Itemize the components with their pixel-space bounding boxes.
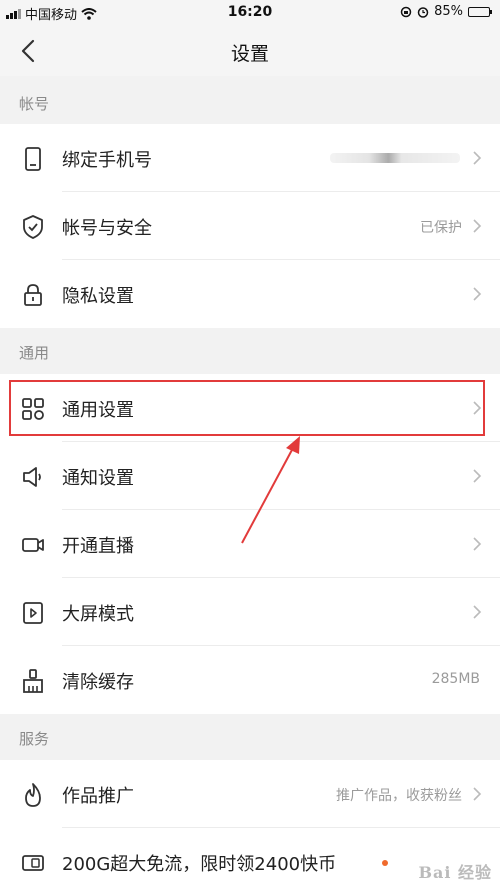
broom-icon bbox=[23, 669, 43, 693]
row-label: 200G超大免流，限时领2400快币 bbox=[62, 854, 337, 875]
row-label: 帐号与安全 bbox=[62, 218, 152, 239]
video-icon bbox=[22, 538, 44, 552]
play-box-icon bbox=[23, 602, 43, 624]
row-label: 大屏模式 bbox=[62, 604, 134, 625]
chevron-right-icon bbox=[473, 605, 482, 619]
row-label: 隐私设置 bbox=[62, 286, 134, 307]
alarm-icon bbox=[417, 6, 429, 18]
chevron-right-icon bbox=[473, 537, 482, 551]
row-notifications[interactable]: 通知设置 bbox=[0, 442, 500, 510]
chevron-right-icon bbox=[473, 469, 482, 483]
row-value: 已保护 bbox=[420, 220, 462, 236]
chevron-right-icon bbox=[473, 151, 482, 165]
section-label-account: 帐号 bbox=[19, 95, 50, 113]
chevron-right-icon bbox=[473, 219, 482, 233]
row-value: 285MB bbox=[431, 671, 480, 687]
phone-icon bbox=[25, 147, 41, 171]
row-value: 推广作品，收获粉丝 bbox=[336, 788, 462, 804]
nav-bar: 设置 bbox=[0, 26, 500, 76]
row-label: 清除缓存 bbox=[62, 672, 134, 693]
row-big-screen[interactable]: 大屏模式 bbox=[0, 578, 500, 646]
row-live[interactable]: 开通直播 bbox=[0, 510, 500, 578]
lock-icon bbox=[24, 284, 42, 306]
row-label: 绑定手机号 bbox=[62, 150, 152, 171]
flame-icon bbox=[25, 783, 41, 807]
chevron-right-icon bbox=[473, 787, 482, 801]
watermark: Bai 经验 bbox=[418, 863, 492, 882]
status-bar: 中国移动 16:20 85% bbox=[0, 0, 500, 26]
sim-card-icon bbox=[22, 855, 44, 871]
highlight-box bbox=[9, 380, 485, 436]
shield-icon bbox=[23, 215, 43, 239]
section-label-services: 服务 bbox=[19, 730, 50, 748]
notification-dot bbox=[382, 860, 388, 866]
chevron-right-icon bbox=[473, 287, 482, 301]
row-label: 通知设置 bbox=[62, 468, 134, 489]
page-title: 设置 bbox=[230, 43, 269, 65]
battery-percent: 85% bbox=[434, 4, 463, 19]
row-promote[interactable]: 作品推广 推广作品，收获粉丝 bbox=[0, 760, 500, 828]
speaker-icon bbox=[23, 467, 41, 487]
lock-rotation-icon bbox=[400, 6, 412, 17]
battery-icon bbox=[468, 6, 492, 17]
row-bind-phone[interactable]: 绑定手机号 bbox=[0, 124, 500, 192]
row-label: 作品推广 bbox=[62, 786, 134, 807]
row-account-security[interactable]: 帐号与安全 已保护 bbox=[0, 192, 500, 260]
row-privacy[interactable]: 隐私设置 bbox=[0, 260, 500, 328]
masked-phone-number bbox=[330, 153, 460, 163]
row-clear-cache[interactable]: 清除缓存 285MB bbox=[0, 646, 500, 714]
row-label: 开通直播 bbox=[62, 536, 134, 557]
section-label-general: 通用 bbox=[19, 344, 50, 362]
